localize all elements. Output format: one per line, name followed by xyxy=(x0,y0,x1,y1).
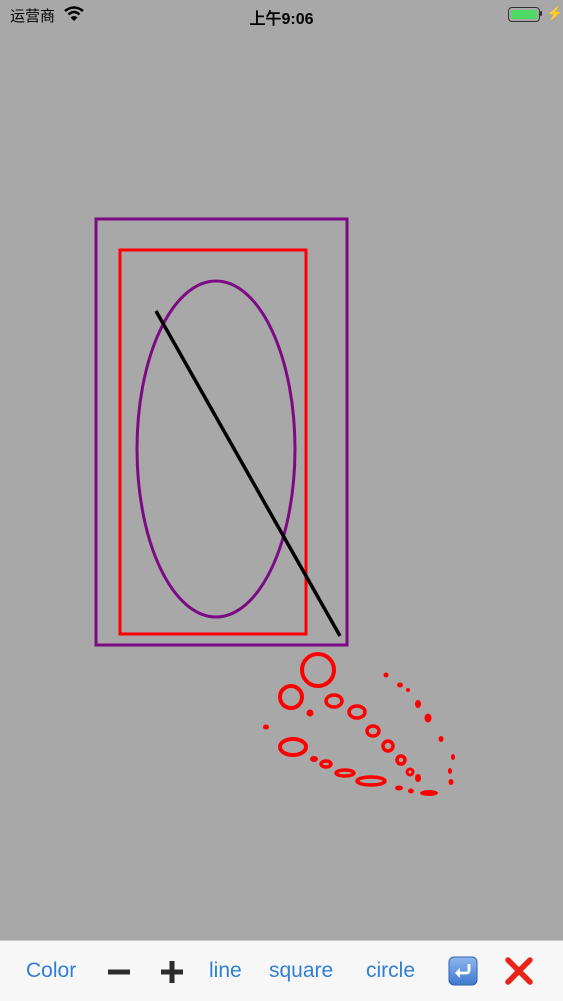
close-icon[interactable] xyxy=(505,957,533,990)
battery-tip xyxy=(540,11,542,16)
battery-icon xyxy=(508,7,540,22)
freehand-dot xyxy=(406,688,410,692)
purple-ellipse xyxy=(135,279,297,619)
freehand-dot xyxy=(306,709,314,717)
freehand-dot xyxy=(415,700,421,708)
toolbar: Color line square circle xyxy=(0,940,563,1001)
freehand-dot xyxy=(420,790,438,796)
minus-icon[interactable] xyxy=(107,960,131,989)
freehand-dot xyxy=(438,736,444,742)
freehand-dot xyxy=(397,682,403,688)
freehand-circle xyxy=(381,739,395,753)
charging-bolt-icon: ⚡ xyxy=(546,5,563,21)
freehand-circle xyxy=(355,775,387,787)
freehand-dot xyxy=(424,713,432,723)
drawing-canvas[interactable] xyxy=(0,34,563,940)
freehand-dot xyxy=(448,779,454,785)
red-rectangle xyxy=(118,248,308,636)
freehand-circle xyxy=(365,724,381,738)
clock: 上午9:06 xyxy=(249,11,314,28)
status-bar: 运营商 上午9:06 ⚡ xyxy=(0,0,563,34)
square-button[interactable]: square xyxy=(269,959,333,983)
freehand-circle xyxy=(319,759,333,769)
freehand-dot xyxy=(395,785,403,791)
freehand-dot xyxy=(408,788,414,794)
freehand-dot xyxy=(448,768,452,774)
freehand-dot xyxy=(310,756,318,762)
freehand-circle xyxy=(324,693,344,709)
freehand-circle xyxy=(405,767,415,777)
color-button[interactable]: Color xyxy=(26,959,76,983)
freehand-dot xyxy=(451,754,455,760)
freehand-circle xyxy=(347,704,367,720)
freehand-dot xyxy=(263,724,269,730)
plus-icon[interactable] xyxy=(160,960,184,989)
freehand-circle xyxy=(278,684,304,710)
freehand-circle xyxy=(334,768,356,778)
freehand-dot xyxy=(415,774,421,782)
line-button[interactable]: line xyxy=(209,959,242,983)
undo-icon[interactable] xyxy=(448,956,478,991)
freehand-dot xyxy=(383,672,389,678)
freehand-circle-strokes xyxy=(278,652,415,787)
freehand-circle xyxy=(278,737,308,757)
black-line xyxy=(154,310,342,637)
freehand-circle xyxy=(395,754,407,766)
circle-button[interactable]: circle xyxy=(366,959,415,983)
freehand-circle xyxy=(300,652,336,688)
